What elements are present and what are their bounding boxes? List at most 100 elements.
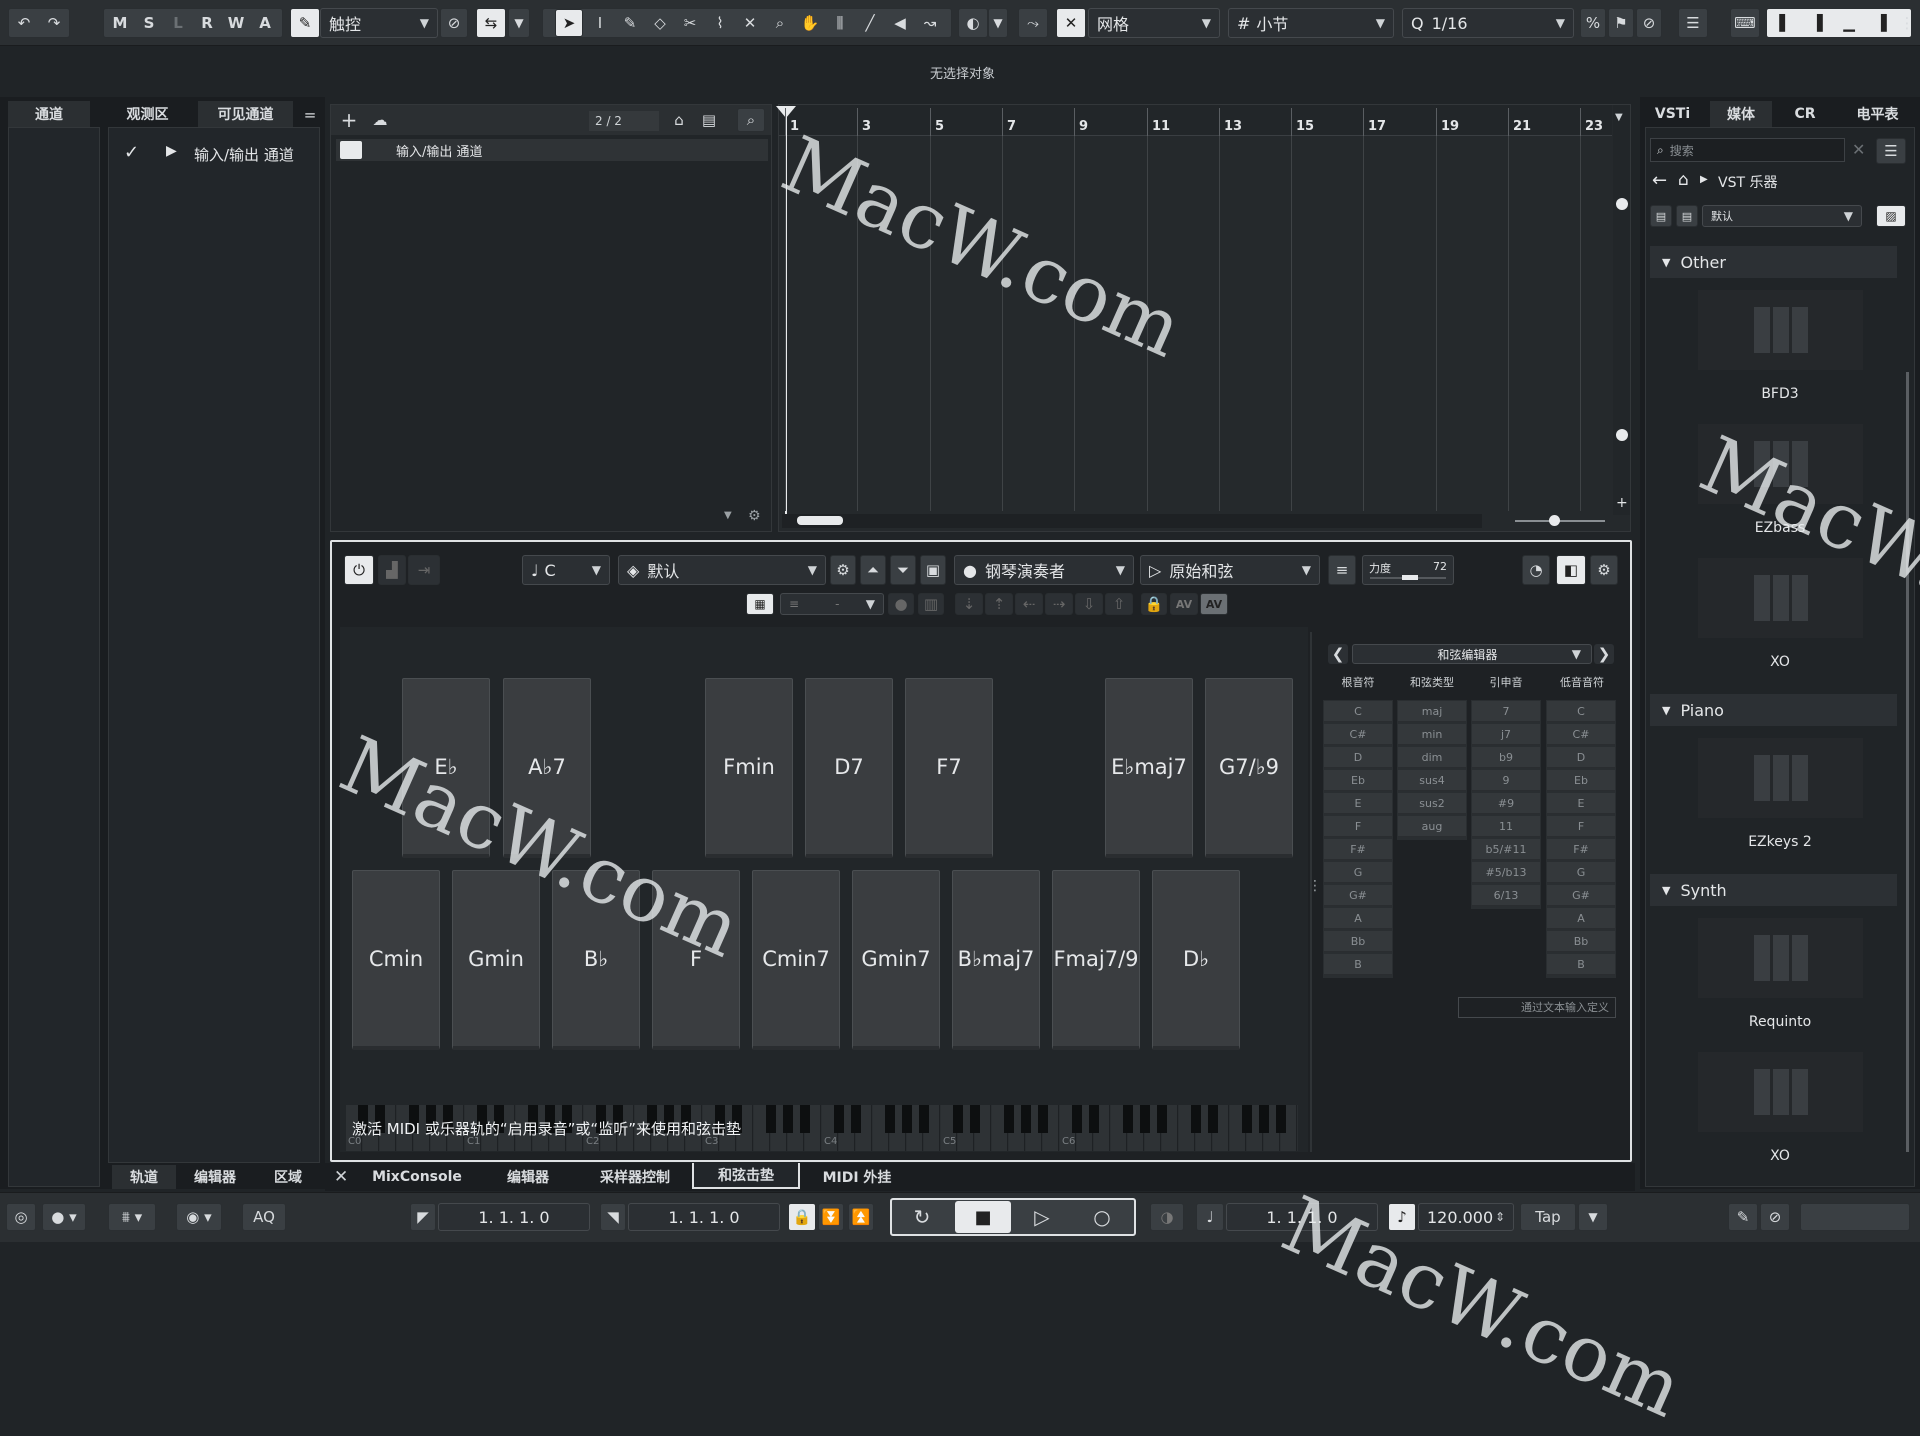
object-select-tool-icon[interactable]: ➤ — [555, 9, 583, 37]
black-key[interactable] — [850, 1105, 862, 1133]
ruler-number[interactable]: 17 — [1368, 119, 1386, 134]
track-presets-icon[interactable]: ⌂ — [666, 108, 692, 132]
chord-editor-cell[interactable]: #5/b13 — [1472, 862, 1540, 883]
pad-av-icon[interactable]: AV — [1170, 593, 1198, 615]
chord-editor-cell[interactable]: b9 — [1472, 747, 1540, 768]
chord-editor-cell[interactable]: Eb — [1547, 770, 1615, 791]
zoom-tool-icon[interactable]: ⌕ — [767, 10, 793, 36]
chord-editor-next-icon[interactable]: ❯ — [1594, 644, 1614, 664]
horizontal-scroll-thumb[interactable] — [797, 516, 843, 525]
click-icon[interactable]: ◑ — [1150, 1203, 1184, 1231]
track-list-view-icon[interactable]: ▤ — [696, 108, 722, 132]
lock-icon[interactable]: 🔒 — [788, 1203, 816, 1231]
black-key[interactable] — [1156, 1105, 1168, 1133]
pad-delete-icon[interactable]: ▥ — [918, 593, 944, 615]
chord-pad[interactable]: Cmin7 — [752, 870, 840, 1050]
chord-editor-cell[interactable]: C# — [1547, 724, 1615, 745]
pad-lock-icon[interactable]: 🔒 — [1141, 593, 1167, 615]
chord-pad[interactable]: B♭maj7 — [952, 870, 1040, 1050]
media-preset-dropdown[interactable]: 默认 ▼ — [1702, 205, 1862, 227]
instrument-thumbnail[interactable] — [1698, 738, 1863, 818]
black-key[interactable] — [1275, 1105, 1287, 1133]
chord-editor-cell[interactable]: b5/#11 — [1472, 839, 1540, 860]
more-icon[interactable]: ⋮ — [1898, 8, 1916, 38]
tab-tracks[interactable]: 轨道 — [112, 1165, 176, 1189]
chord-pad[interactable]: Fmin — [705, 678, 793, 858]
chord-editor-cell[interactable]: F# — [1324, 839, 1392, 860]
chord-editor-cell[interactable]: maj — [1398, 701, 1466, 722]
grid-unit-dropdown[interactable]: # 小节 ▼ — [1228, 8, 1394, 38]
chord-editor-cell[interactable]: F — [1324, 816, 1392, 837]
tab-media[interactable]: 媒体 — [1710, 101, 1772, 127]
pad-av-alt-icon[interactable]: AV — [1200, 593, 1228, 615]
chord-editor-cell[interactable]: B — [1547, 954, 1615, 975]
punch-out-icon[interactable]: ⏫ — [848, 1203, 874, 1231]
chord-pad[interactable]: F7 — [905, 678, 993, 858]
chord-text-input[interactable]: 通过文本输入定义 — [1458, 997, 1616, 1018]
project-position-icon[interactable]: ⤳ — [1018, 8, 1048, 38]
chord-pad[interactable]: E♭maj7 — [1105, 678, 1193, 858]
color-tool-icon[interactable]: ◐ — [958, 8, 988, 38]
tab-vsti[interactable]: VSTi — [1645, 101, 1700, 127]
speaker-tool-icon[interactable]: ◀ — [887, 10, 913, 36]
chord-pad[interactable]: Gmin7 — [852, 870, 940, 1050]
media-scrollbar[interactable] — [1906, 372, 1909, 1152]
automation-button[interactable]: A — [251, 10, 279, 36]
play-button[interactable]: ▷ — [1016, 1203, 1068, 1231]
right-locator-icon[interactable]: ◥ — [600, 1203, 626, 1231]
black-key[interactable] — [765, 1105, 777, 1133]
black-key[interactable] — [901, 1105, 913, 1133]
black-key[interactable] — [833, 1105, 845, 1133]
chord-editor-cell[interactable]: #9 — [1472, 793, 1540, 814]
visibility-channel-name[interactable]: 输入/输出 通道 — [194, 144, 294, 165]
ruler-number[interactable]: 19 — [1441, 119, 1459, 134]
lower-zone-close-icon[interactable]: ✕ — [334, 1167, 348, 1187]
chord-pad[interactable]: Cmin — [352, 870, 440, 1050]
left-locator-icon[interactable]: ◤ — [410, 1203, 436, 1231]
velocity-list-icon[interactable]: ≡ — [1328, 555, 1356, 585]
iterative-quantize-icon[interactable]: % — [1580, 8, 1606, 38]
comp-tool-icon[interactable]: ↝ — [917, 10, 943, 36]
chord-pad[interactable]: A♭7 — [503, 678, 591, 858]
chord-editor-cell[interactable]: G — [1547, 862, 1615, 883]
chord-editor-cell[interactable]: Eb — [1324, 770, 1392, 791]
audio-mode-icon[interactable]: ⩩ ▾ — [108, 1203, 156, 1231]
black-key[interactable] — [918, 1105, 930, 1133]
chord-editor-cell[interactable]: j7 — [1472, 724, 1540, 745]
horizontal-zoom-slider[interactable] — [1515, 520, 1605, 522]
suspend-icon[interactable]: ⊘ — [440, 8, 468, 38]
chord-editor-cell[interactable]: 6/13 — [1472, 885, 1540, 906]
range-tool-icon[interactable]: I — [587, 10, 613, 36]
add-track-folder-icon[interactable]: ☁ — [366, 108, 394, 132]
media-breadcrumb[interactable]: VST 乐器 — [1718, 172, 1777, 192]
chord-editor-cell[interactable]: Bb — [1324, 931, 1392, 952]
touch-mode-dropdown[interactable]: 触控 ▼ — [320, 8, 438, 38]
left-zone-alt-icon[interactable]: ▐ — [1802, 10, 1832, 36]
chord-editor-cell[interactable]: E — [1547, 793, 1615, 814]
hand-tool-icon[interactable]: ✋ — [797, 10, 823, 36]
left-zone-menu-icon[interactable]: = — [300, 104, 320, 126]
right-zone-toggle-icon[interactable]: ▐ — [1866, 10, 1896, 36]
expand-triangle-icon[interactable]: ▶ — [166, 143, 177, 159]
chord-editor-cell[interactable]: Bb — [1547, 931, 1615, 952]
pad-preset-dropdown[interactable]: ◈ 默认 ▼ — [618, 555, 826, 585]
timewarp-tool-icon[interactable]: ⫼ — [827, 10, 853, 36]
track-list-settings-icon[interactable]: ⚙ — [748, 508, 761, 524]
chord-editor-cell[interactable]: D — [1547, 747, 1615, 768]
left-locator-display[interactable]: 1. 1. 1. 0 — [438, 1203, 590, 1231]
black-key[interactable] — [1207, 1105, 1219, 1133]
chord-pad[interactable]: E♭ — [402, 678, 490, 858]
chord-editor-prev-icon[interactable]: ❮ — [1328, 644, 1348, 664]
black-key[interactable] — [1003, 1105, 1015, 1133]
record-button[interactable]: ○ — [1074, 1203, 1130, 1231]
chord-editor-cell[interactable]: 11 — [1472, 816, 1540, 837]
tempo-track-icon[interactable]: ♪ — [1388, 1203, 1416, 1231]
cycle-button[interactable]: ↻ — [896, 1203, 948, 1231]
back-icon[interactable]: ← — [1652, 170, 1667, 191]
ruler-number[interactable]: 9 — [1079, 119, 1088, 134]
punch-in-icon[interactable]: ⏬ — [818, 1203, 844, 1231]
tab-midi-inserts[interactable]: MIDI 外挂 — [806, 1165, 908, 1189]
read-button[interactable]: R — [193, 10, 221, 36]
ruler-number[interactable]: 21 — [1513, 119, 1531, 134]
pad-preset-down-icon[interactable]: ⏷ — [890, 555, 916, 585]
